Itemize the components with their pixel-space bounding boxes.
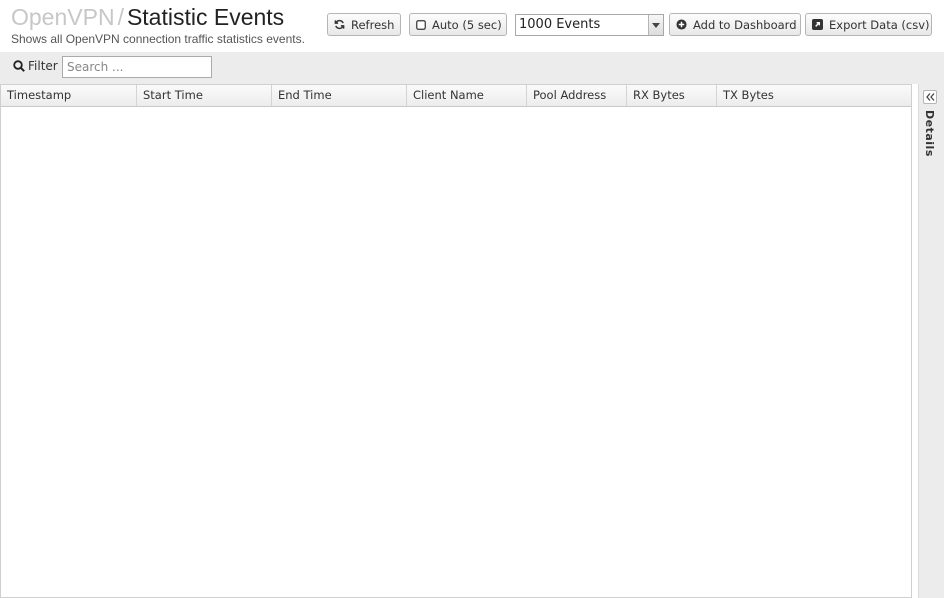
events-count-value: 1000 Events	[519, 17, 601, 32]
column-header-client-name[interactable]: Client Name	[407, 85, 527, 106]
filter-label: Filter	[13, 59, 58, 73]
page-title-text: Statistic Events	[126, 4, 285, 30]
column-header-end-time[interactable]: End Time	[272, 85, 407, 106]
search-icon	[13, 60, 25, 72]
auto-refresh-label: Auto (5 sec)	[432, 17, 502, 32]
filter-label-text: Filter	[28, 59, 58, 73]
refresh-button-label: Refresh	[351, 17, 395, 32]
plus-circle-icon	[676, 19, 687, 30]
checkbox-icon	[416, 19, 426, 30]
export-data-label: Export Data (csv)	[829, 17, 930, 32]
filter-bar: Filter	[0, 52, 944, 84]
column-header-tx-bytes[interactable]: TX Bytes	[717, 85, 911, 106]
table-body	[1, 107, 911, 597]
add-to-dashboard-label: Add to Dashboard	[693, 17, 797, 32]
chevron-down-icon[interactable]	[648, 15, 663, 35]
export-data-button[interactable]: Export Data (csv)	[805, 13, 932, 36]
breadcrumb[interactable]: OpenVPN	[11, 4, 115, 30]
add-to-dashboard-button[interactable]: Add to Dashboard	[669, 13, 801, 36]
expand-details-button[interactable]	[923, 90, 937, 104]
export-icon	[812, 19, 823, 30]
chevron-double-left-icon	[925, 93, 934, 101]
column-header-pool-address[interactable]: Pool Address	[527, 85, 627, 106]
page-header: OpenVPN / Statistic Events Shows all OpenV…	[0, 0, 944, 52]
details-panel: Details	[918, 84, 944, 598]
events-table: Timestamp Start Time End Time Client Nam…	[0, 84, 912, 598]
breadcrumb-separator: /	[117, 4, 124, 30]
search-input[interactable]	[62, 56, 212, 78]
refresh-button[interactable]: Refresh	[327, 13, 401, 36]
column-header-timestamp[interactable]: Timestamp	[1, 85, 137, 106]
column-header-start-time[interactable]: Start Time	[137, 85, 272, 106]
auto-refresh-toggle[interactable]: Auto (5 sec)	[409, 13, 507, 36]
events-count-select[interactable]: 1000 Events	[515, 14, 664, 36]
table-header: Timestamp Start Time End Time Client Nam…	[1, 85, 911, 107]
refresh-icon	[334, 19, 345, 30]
column-header-rx-bytes[interactable]: RX Bytes	[627, 85, 717, 106]
page-title: OpenVPN / Statistic Events	[11, 3, 284, 31]
details-panel-label[interactable]: Details	[923, 110, 936, 157]
page-subtitle: Shows all OpenVPN connection traffic sta…	[11, 32, 305, 46]
